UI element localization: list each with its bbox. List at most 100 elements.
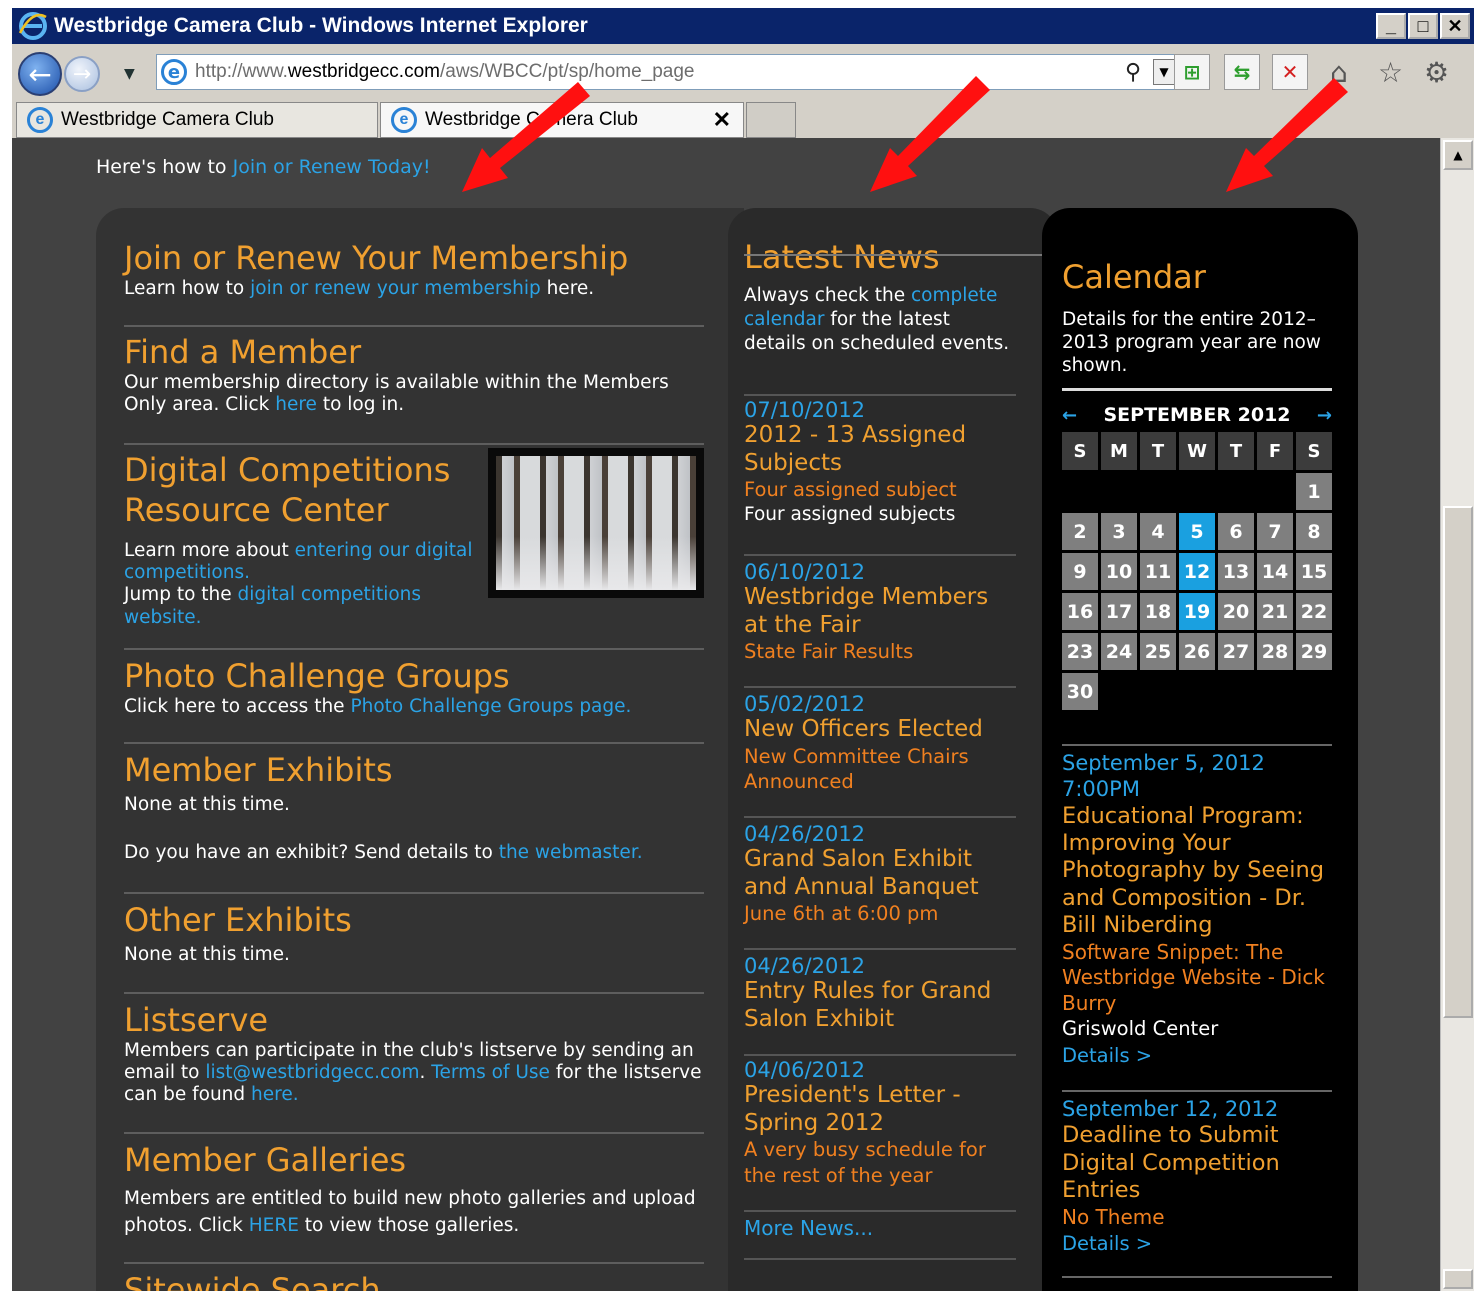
scroll-down-arrow-icon[interactable] xyxy=(1443,1269,1473,1289)
members-login-link[interactable]: here xyxy=(275,394,317,415)
divider xyxy=(124,1262,704,1264)
calendar-day-event[interactable]: 19 xyxy=(1179,593,1215,630)
weekday-header: S xyxy=(1062,432,1098,470)
stop-icon[interactable]: ✕ xyxy=(1272,54,1308,90)
calendar-day-event[interactable]: 12 xyxy=(1179,553,1215,590)
divider xyxy=(124,648,704,650)
news-item[interactable]: 05/02/2012 New Officers Elected New Comm… xyxy=(744,692,1016,794)
listserve-here-link[interactable]: here. xyxy=(251,1084,299,1105)
calendar-day: 2 xyxy=(1062,513,1098,550)
calendar-day: 16 xyxy=(1062,593,1098,630)
compatibility-view-icon[interactable]: ⊞ xyxy=(1174,54,1210,90)
section-digital-competitions: Digital Competitions Resource Center Lea… xyxy=(124,450,474,629)
event-details-link[interactable]: Details > xyxy=(1062,1230,1337,1257)
section-title: Other Exhibits xyxy=(124,901,352,939)
address-dropdown-icon[interactable]: ▼ xyxy=(1153,59,1175,85)
vertical-scrollbar[interactable]: ▲ xyxy=(1440,138,1474,1291)
news-title-link[interactable]: President's Letter - Spring 2012 xyxy=(744,1082,1016,1137)
calendar-grid: S M T W T F S 1 2 3 4 5 6 7 8 9 10 11 12 13 14 15 16 17 18 19 20 21… xyxy=(1062,432,1334,710)
next-month-arrow-icon[interactable]: → xyxy=(1317,405,1332,426)
close-window-button[interactable]: ✕ xyxy=(1440,13,1470,39)
more-news-link[interactable]: More News... xyxy=(744,1216,873,1240)
section-title: Listserve xyxy=(124,1001,269,1039)
window-titlebar: Westbridge Camera Club - Windows Interne… xyxy=(12,8,1474,44)
event-details-link[interactable]: Details > xyxy=(1062,1042,1337,1069)
scroll-thumb[interactable] xyxy=(1443,506,1473,1018)
section-photo-challenge: Photo Challenge Groups Click here to acc… xyxy=(124,656,704,718)
forward-button[interactable]: → xyxy=(64,56,100,92)
divider xyxy=(124,325,704,327)
divider xyxy=(1062,1090,1332,1092)
history-dropdown-icon[interactable]: ▼ xyxy=(124,66,135,82)
divider xyxy=(744,1054,1016,1056)
close-tab-icon[interactable]: ✕ xyxy=(713,107,731,133)
news-title-link[interactable]: 2012 - 13 Assigned Subjects xyxy=(744,422,1016,477)
news-item[interactable]: 04/26/2012 Grand Salon Exhibit and Annua… xyxy=(744,822,1016,927)
scroll-up-arrow-icon[interactable]: ▲ xyxy=(1443,140,1473,170)
more-news: More News... xyxy=(744,1216,1016,1240)
section-title: Sitewide Search xyxy=(124,1271,381,1291)
calendar-day: 25 xyxy=(1140,633,1176,670)
news-intro: Always check the complete calendar for t… xyxy=(744,285,1010,355)
calendar-day: 23 xyxy=(1062,633,1098,670)
join-renew-membership-link[interactable]: join or renew your membership xyxy=(250,278,541,299)
news-item[interactable]: 06/10/2012 Westbridge Members at the Fai… xyxy=(744,560,1016,665)
news-item[interactable]: 07/10/2012 2012 - 13 Assigned Subjects F… xyxy=(744,398,1016,527)
divider xyxy=(1062,744,1332,746)
calendar-day-event[interactable]: 5 xyxy=(1179,513,1215,550)
ie-logo-icon xyxy=(18,11,48,41)
news-title-link[interactable]: New Officers Elected xyxy=(744,716,1016,744)
event-title[interactable]: Educational Program: Improving Your Phot… xyxy=(1062,803,1337,940)
news-item[interactable]: 04/26/2012 Entry Rules for Grand Salon E… xyxy=(744,954,1016,1033)
search-icon[interactable]: ⚲ xyxy=(1125,60,1153,85)
section-title: Digital Competitions Resource Center xyxy=(124,451,451,529)
calendar-event: September 5, 2012 7:00PM Educational Pro… xyxy=(1062,750,1337,1069)
gear-icon[interactable]: ⚙ xyxy=(1424,56,1449,89)
news-date: 06/10/2012 xyxy=(744,560,866,584)
calendar-description: Details for the entire 2012–2013 program… xyxy=(1062,309,1321,377)
tab-westbridge-1[interactable]: e Westbridge Camera Club xyxy=(16,102,378,138)
divider xyxy=(744,1258,1016,1260)
page-ie-icon: e xyxy=(161,59,187,85)
back-button[interactable]: ← xyxy=(18,52,62,96)
divider xyxy=(744,948,1016,950)
section-member-galleries: Member Galleries Members are entitled to… xyxy=(124,1140,704,1240)
tab-westbridge-2[interactable]: e Westbridge Camera Club ✕ xyxy=(380,102,744,138)
calendar-day: 15 xyxy=(1296,553,1332,590)
webmaster-link[interactable]: the webmaster. xyxy=(499,842,643,863)
listserve-email-link[interactable]: list@westbridgecc.com xyxy=(205,1062,419,1083)
news-title-link[interactable]: Westbridge Members at the Fair xyxy=(744,584,1016,639)
news-date: 04/26/2012 xyxy=(744,954,866,978)
calendar-day: 26 xyxy=(1179,633,1215,670)
section-text: Our membership directory is available wi… xyxy=(124,372,669,416)
minimize-button[interactable]: _ xyxy=(1376,13,1406,39)
divider xyxy=(124,443,704,445)
news-item[interactable]: 04/06/2012 President's Letter - Spring 2… xyxy=(744,1058,1016,1188)
calendar-day: 28 xyxy=(1257,633,1293,670)
news-title-link[interactable]: Grand Salon Exhibit and Annual Banquet xyxy=(744,846,1016,901)
refresh-icon[interactable]: ⇆ xyxy=(1224,54,1260,90)
favorites-star-icon[interactable]: ☆ xyxy=(1378,56,1403,89)
calendar-day: 6 xyxy=(1218,513,1254,550)
weekday-header: T xyxy=(1218,432,1254,470)
prev-month-arrow-icon[interactable]: ← xyxy=(1062,405,1077,426)
galleries-link[interactable]: HERE xyxy=(249,1215,299,1236)
news-title-link[interactable]: Entry Rules for Grand Salon Exhibit xyxy=(744,978,1016,1033)
section-text: Click here to access the Photo Challenge… xyxy=(124,696,632,717)
maximize-button[interactable]: □ xyxy=(1408,13,1438,39)
divider xyxy=(744,554,1016,556)
calendar-empty-cell xyxy=(1140,473,1176,510)
terms-of-use-link[interactable]: Terms of Use xyxy=(431,1062,550,1083)
calendar-empty-cell xyxy=(1062,473,1098,510)
join-renew-link[interactable]: Join or Renew Today! xyxy=(233,156,431,178)
address-url[interactable]: http://www.westbridgecc.com/aws/WBCC/pt/… xyxy=(195,61,1125,83)
photo-challenge-link[interactable]: Photo Challenge Groups page. xyxy=(350,696,631,717)
calendar-day: 17 xyxy=(1101,593,1137,630)
home-icon[interactable]: ⌂ xyxy=(1330,56,1348,89)
snowy-forest-photo[interactable] xyxy=(488,448,704,598)
address-bar[interactable]: e http://www.westbridgecc.com/aws/WBCC/p… xyxy=(156,54,1180,90)
new-tab-button[interactable] xyxy=(746,102,796,138)
event-title[interactable]: Deadline to Submit Digital Competition E… xyxy=(1062,1122,1337,1204)
section-title: Photo Challenge Groups xyxy=(124,657,510,695)
section-text: Do you have an exhibit? Send details to … xyxy=(124,842,643,864)
